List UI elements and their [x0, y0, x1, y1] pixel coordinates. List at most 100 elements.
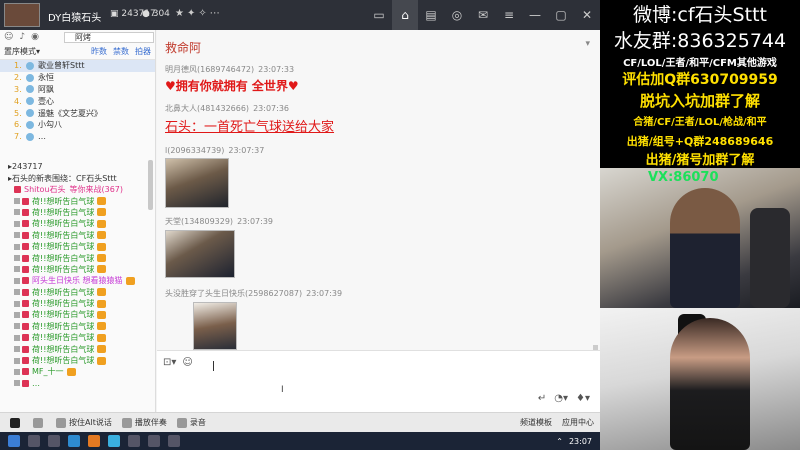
- list-item[interactable]: 荷!!想听告白气球: [0, 218, 155, 229]
- user-icon: [26, 132, 34, 141]
- list-item[interactable]: Shitou石头 等你来战(367): [0, 184, 155, 195]
- video-icon[interactable]: ▭: [366, 0, 392, 30]
- close-icon[interactable]: ✕: [574, 0, 600, 30]
- title-actions[interactable]: ★✦✧⋯: [175, 8, 223, 19]
- badge-icon: [22, 334, 29, 342]
- list-item[interactable]: 荷!!想听告白气球: [0, 252, 155, 263]
- taskbar-app-icon[interactable]: [68, 435, 80, 447]
- sort-tabs: 置序模式▾ 昨数 禁数 拍器: [0, 44, 155, 60]
- menu-icon[interactable]: ≡: [496, 0, 522, 30]
- location-icon[interactable]: ◉: [31, 32, 39, 42]
- list-item[interactable]: 荷!!想听告白气球: [0, 264, 155, 275]
- list-item[interactable]: 6. 小勾八: [0, 119, 155, 131]
- search-icon[interactable]: [28, 435, 40, 447]
- badge-icon: [22, 197, 29, 205]
- taskbar-app-icon[interactable]: [108, 435, 120, 447]
- streamer: [670, 188, 740, 308]
- rank-list: 1. 歌业曾轩Sttt 2. 永恒 3. 阿飘 4. 壹心 5. 遥魅《文艺夏兴》 6. 小…: [0, 60, 155, 156]
- taskbar-app-icon[interactable]: [148, 435, 160, 447]
- skin-icon[interactable]: ✉: [470, 0, 496, 30]
- list-item[interactable]: 荷!!想听告白气球: [0, 309, 155, 320]
- clock[interactable]: 23:07: [569, 437, 592, 446]
- list-item[interactable]: 2. 永恒: [0, 72, 155, 84]
- badge-icon: [22, 265, 29, 273]
- restore-icon[interactable]: ▢: [548, 0, 574, 30]
- badge-icon: [22, 220, 29, 228]
- user-icon: [26, 61, 34, 70]
- sort-mode[interactable]: 置序模式▾: [4, 46, 85, 57]
- sidebar-scrollbar[interactable]: [148, 160, 153, 210]
- list-item[interactable]: 荷!!想听告白气球: [0, 298, 155, 309]
- windows-start-icon[interactable]: [8, 435, 20, 447]
- volume-icon[interactable]: ♪: [19, 32, 25, 42]
- group-name[interactable]: ▸ 石头的新表围绕：CF石头Sttt: [0, 172, 155, 184]
- emoji-icon[interactable]: ☺: [182, 357, 192, 368]
- list-item[interactable]: 荷!!想听告白气球: [0, 195, 155, 206]
- list-item[interactable]: 荷!!想听告白气球: [0, 207, 155, 218]
- list-item[interactable]: 荷!!想听告白气球: [0, 343, 155, 354]
- tab-link-0[interactable]: 昨数: [91, 46, 107, 57]
- list-item[interactable]: 荷!!想听告白气球: [0, 332, 155, 343]
- chat-panel: 救命阿 ▾ 明月德风(1689746472) 23:07:33 ♥拥有你就拥有 全…: [157, 30, 600, 355]
- mic-button[interactable]: [33, 417, 46, 428]
- badge-icon: [22, 311, 29, 319]
- app-logo[interactable]: [10, 417, 23, 428]
- user-icon: [14, 334, 20, 341]
- chat-bubble-icon[interactable]: ◔▾: [554, 393, 568, 404]
- home-icon[interactable]: ⌂: [392, 0, 418, 30]
- ptt-button[interactable]: 按住Alt说话: [56, 417, 112, 428]
- list-item[interactable]: 阿头生日快乐 想看猿猿猫: [0, 275, 155, 286]
- mic-icon: [14, 186, 21, 194]
- crown-icon: [97, 299, 107, 308]
- user-icon: [14, 198, 20, 205]
- chat-image[interactable]: [165, 158, 229, 208]
- chat-image[interactable]: [165, 230, 235, 278]
- board-icon[interactable]: ▤: [418, 0, 444, 30]
- taskbar-app-icon[interactable]: [128, 435, 140, 447]
- list-item[interactable]: …: [0, 378, 155, 389]
- user-icon: [14, 209, 20, 216]
- search-input[interactable]: 阿烤: [64, 32, 154, 43]
- user-icon: [14, 357, 20, 364]
- template-button[interactable]: 频道模板: [520, 417, 552, 428]
- overlay-line: 合猪/CF/王者/LOL/枪战/和平: [633, 117, 767, 128]
- channel-avatar[interactable]: [4, 3, 40, 27]
- collapse-icon[interactable]: ▾: [585, 39, 590, 49]
- list-item[interactable]: 荷!!想听告白气球: [0, 321, 155, 332]
- game-icon[interactable]: ◎: [444, 0, 470, 30]
- app-center-button[interactable]: 应用中心: [562, 417, 594, 428]
- record-button[interactable]: 录音: [176, 417, 206, 428]
- user-icon: [14, 255, 20, 262]
- enter-icon[interactable]: ↵: [538, 393, 546, 404]
- list-item[interactable]: 荷!!想听告白气球: [0, 241, 155, 252]
- crown-icon: [97, 322, 107, 331]
- taskbar-app-icon[interactable]: [168, 435, 180, 447]
- message-input[interactable]: ⊡▾ ☺ I ↵ ◔▾ ♦▾: [157, 350, 600, 412]
- task-view-icon[interactable]: [48, 435, 60, 447]
- tab-link-1[interactable]: 禁数: [113, 46, 129, 57]
- music-icon: [121, 417, 132, 428]
- group-count[interactable]: ▸ 243717: [0, 160, 155, 172]
- gamepad-icon[interactable]: ⊡▾: [163, 357, 176, 368]
- music-button[interactable]: 播放伴奏: [121, 417, 167, 428]
- list-item[interactable]: MF_十一: [0, 366, 155, 377]
- list-item[interactable]: 5. 遥魅《文艺夏兴》: [0, 107, 155, 119]
- tray-icon[interactable]: ⌃: [556, 437, 563, 446]
- tab-link-2[interactable]: 拍器: [135, 46, 151, 57]
- list-item[interactable]: 1. 歌业曾轩Sttt: [0, 60, 155, 72]
- list-item[interactable]: 7.…: [0, 131, 155, 143]
- taskbar-app-icon[interactable]: [88, 435, 100, 447]
- chat-image[interactable]: [193, 302, 237, 350]
- list-item[interactable]: 荷!!想听告白气球: [0, 287, 155, 298]
- chair: [750, 208, 790, 308]
- list-item[interactable]: 荷!!想听告白气球: [0, 355, 155, 366]
- person-icon[interactable]: ☺: [4, 32, 13, 42]
- list-item[interactable]: 4. 壹心: [0, 95, 155, 107]
- list-item[interactable]: 荷!!想听告白气球: [0, 230, 155, 241]
- bottom-toolbar: 按住Alt说话 播放伴奏 录音 频道模板 应用中心: [0, 412, 600, 432]
- list-item[interactable]: 3. 阿飘: [0, 84, 155, 96]
- gift-icon[interactable]: ♦▾: [576, 393, 590, 404]
- crown-icon: [66, 367, 76, 376]
- window-controls: ▭ ⌂ ▤ ◎ ✉ ≡ — ▢ ✕: [366, 0, 600, 30]
- minimize-icon[interactable]: —: [522, 0, 548, 30]
